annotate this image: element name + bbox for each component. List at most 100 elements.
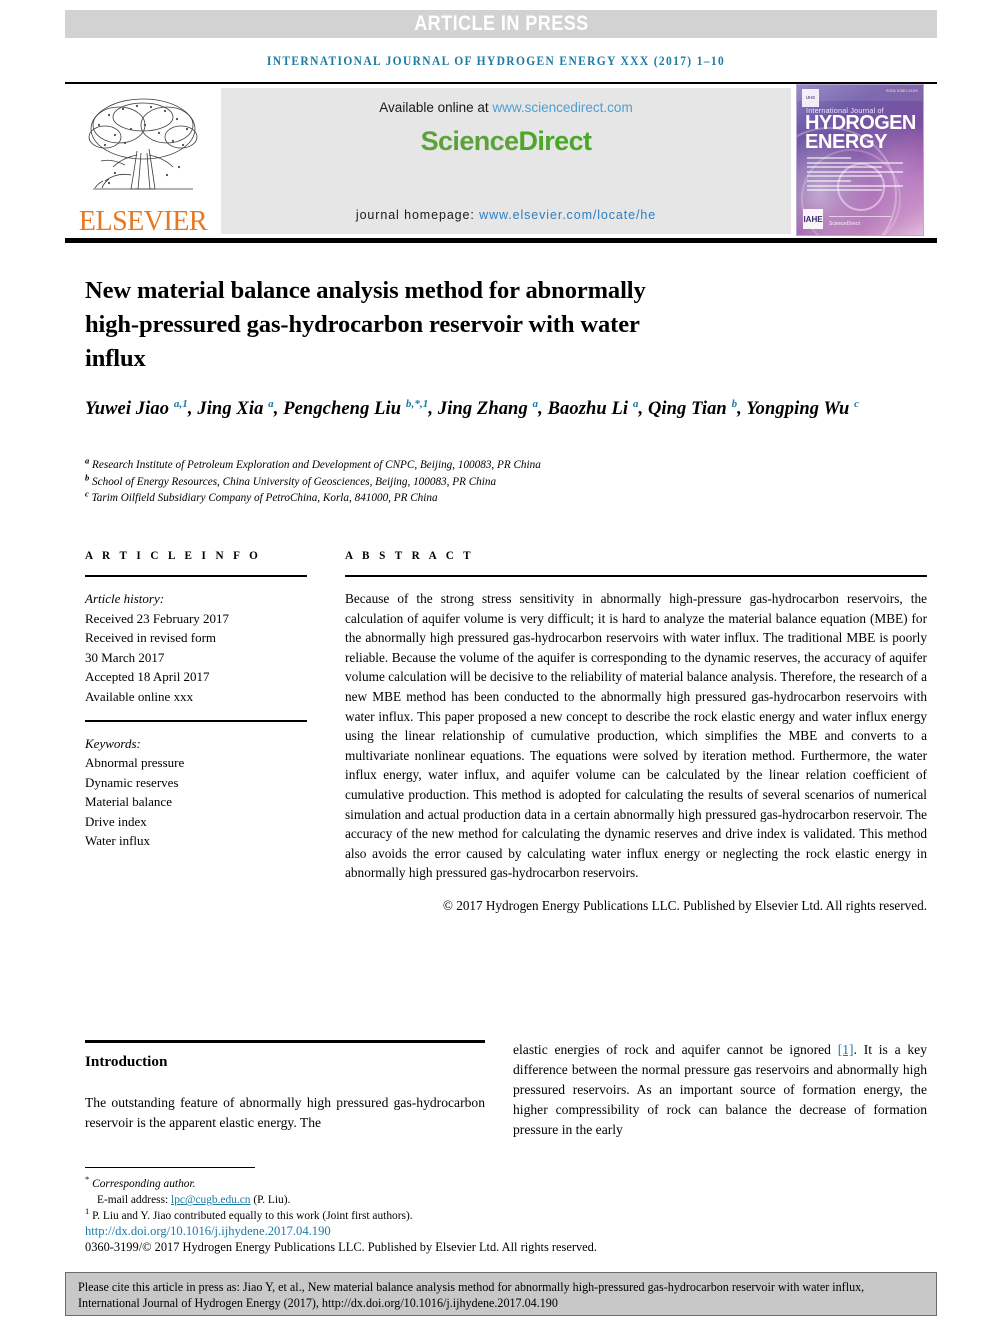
cover-energy-label: ENERGY bbox=[805, 131, 888, 153]
abstract-copyright: © 2017 Hydrogen Energy Publications LLC.… bbox=[442, 897, 927, 913]
introduction-paragraph-left: The outstanding feature of abnormally hi… bbox=[85, 1095, 485, 1130]
author-separator: , bbox=[538, 399, 548, 419]
cover-issn-label: ISSN 0360-3199 bbox=[885, 88, 918, 93]
keywords-list: Abnormal pressure Dynamic reserves Materia… bbox=[85, 753, 307, 851]
body-column-left: Introduction The outstanding feature of … bbox=[85, 1040, 485, 1133]
abstract-body: Because of the strong stress sensitivity… bbox=[345, 591, 927, 881]
page-title: New material balance analysis method for… bbox=[85, 277, 646, 373]
affiliation-item: c Tarim Oilfield Subsidiary Company of P… bbox=[85, 489, 925, 507]
author-separator: , bbox=[428, 399, 438, 419]
article-history-item: Received 23 February 2017 bbox=[85, 610, 230, 626]
footnote-rule bbox=[85, 1167, 255, 1168]
footnote-block: * Corresponding author. E-mail address: … bbox=[85, 1174, 505, 1225]
article-history-item: Accepted 18 April 2017 bbox=[85, 669, 210, 684]
doi-link[interactable]: http://dx.doi.org/10.1016/j.ijhydene.201… bbox=[85, 1224, 331, 1239]
author-separator: , bbox=[737, 399, 747, 419]
author-separator: , bbox=[638, 399, 648, 419]
keyword-item[interactable]: Material balance bbox=[85, 792, 307, 812]
author-name: Yuwei Jiao bbox=[85, 399, 174, 419]
footnote-email: E-mail address: lpc@cugb.edu.cn (P. Liu)… bbox=[85, 1192, 505, 1208]
article-page: ARTICLE IN PRESS INTERNATIONAL JOURNAL O… bbox=[0, 0, 992, 1323]
author-name: Jing Zhang bbox=[437, 399, 533, 419]
cover-divider bbox=[829, 216, 891, 217]
elsevier-logo: ELSEVIER bbox=[70, 86, 216, 236]
article-history-label: Article history: bbox=[85, 591, 165, 606]
footnote-equal-contribution: 1 P. Liu and Y. Jiao contributed equally… bbox=[85, 1206, 505, 1224]
author-separator: , bbox=[273, 399, 284, 419]
cover-publisher-label: ScienceDirect bbox=[829, 221, 860, 227]
footnote-equal-text: P. Liu and Y. Jiao contributed equally t… bbox=[92, 1210, 413, 1223]
keyword-item[interactable]: Water influx bbox=[85, 831, 307, 851]
author-name: Jing Xia bbox=[197, 399, 269, 419]
journal-running-head: INTERNATIONAL JOURNAL OF HYDROGEN ENERGY… bbox=[266, 55, 726, 69]
keywords-divider bbox=[85, 720, 307, 722]
keywords-label: Keywords: bbox=[85, 735, 141, 751]
introduction-rule bbox=[85, 1040, 485, 1043]
keyword-item[interactable]: Dynamic reserves bbox=[85, 773, 307, 793]
body-column-right: elastic energies of rock and aquifer can… bbox=[513, 1040, 927, 1140]
author-affiliation-mark: b,*,1 bbox=[405, 397, 429, 410]
cite-this-article-text: Please cite this article in press as: Ji… bbox=[78, 1280, 865, 1311]
affiliation-item: b School of Energy Resources, China Univ… bbox=[85, 473, 925, 491]
journal-homepage-line: journal homepage: www.elsevier.com/locat… bbox=[221, 208, 791, 222]
cover-society-badge: IJHE bbox=[802, 89, 819, 107]
footnote-equal-mark: 1 bbox=[85, 1206, 90, 1217]
author-affiliation-mark: a,1 bbox=[173, 397, 188, 410]
keyword-item[interactable]: Drive index bbox=[85, 812, 307, 832]
abstract-column: A B S T R A C T Because of the strong st… bbox=[345, 550, 927, 916]
affiliation-text: School of Energy Resources, China Univer… bbox=[89, 475, 497, 488]
masthead: ELSEVIER Available online at www.science… bbox=[65, 84, 937, 236]
masthead-bottom-rule bbox=[65, 238, 937, 243]
available-online-label: Available online at bbox=[379, 100, 493, 115]
elsevier-tree-icon bbox=[88, 98, 198, 190]
introduction-heading: Introduction bbox=[85, 1053, 168, 1070]
abstract-divider bbox=[345, 575, 927, 577]
article-history-item: Received in revised form bbox=[85, 630, 217, 645]
footnote-email-label: E-mail address: bbox=[97, 1194, 172, 1207]
sciencedirect-logo-science: Science bbox=[420, 126, 519, 156]
journal-cover-thumbnail: IJHE ISSN 0360-3199 International Journa… bbox=[796, 84, 924, 236]
sciencedirect-banner: Available online at www.sciencedirect.co… bbox=[221, 88, 791, 234]
author-separator: , bbox=[187, 399, 198, 419]
article-info-heading: A R T I C L E I N F O bbox=[85, 550, 262, 562]
available-online-line: Available online at www.sciencedirect.co… bbox=[221, 100, 791, 115]
cover-publisher-badge-label: IAHE bbox=[803, 214, 823, 224]
keyword-item[interactable]: Abnormal pressure bbox=[85, 753, 307, 773]
author-name: Pengcheng Liu bbox=[283, 399, 406, 419]
article-history-item: 30 March 2017 bbox=[85, 649, 165, 665]
author-list: Yuwei Jiao a,1, Jing Xia a, Pengcheng Li… bbox=[85, 396, 925, 422]
cover-publisher-badge: IAHE bbox=[803, 209, 823, 229]
article-info-divider bbox=[85, 575, 307, 577]
article-in-press-banner: ARTICLE IN PRESS bbox=[65, 10, 937, 38]
corresponding-author-email-link[interactable]: lpc@cugb.edu.cn bbox=[171, 1194, 250, 1206]
sciencedirect-logo: ScienceDirect bbox=[221, 126, 791, 157]
issn-copyright-line: 0360-3199/© 2017 Hydrogen Energy Publica… bbox=[85, 1240, 597, 1254]
sciencedirect-link[interactable]: www.sciencedirect.com bbox=[492, 100, 632, 115]
affiliation-text: Tarim Oilfield Subsidiary Company of Pet… bbox=[88, 492, 438, 504]
author-affiliation-mark: c bbox=[854, 397, 860, 410]
cite-this-article-box: Please cite this article in press as: Ji… bbox=[65, 1272, 937, 1316]
author-name: Yongping Wu bbox=[746, 399, 855, 419]
introduction-paragraph-right: elastic energies of rock and aquifer can… bbox=[513, 1040, 927, 1140]
footnote-corresponding-text: Corresponding author. bbox=[92, 1178, 196, 1190]
intro-right-pre: elastic energies of rock and aquifer can… bbox=[513, 1042, 838, 1057]
journal-homepage-link[interactable]: www.elsevier.com/locate/he bbox=[479, 208, 656, 222]
journal-homepage-label: journal homepage: bbox=[355, 208, 480, 222]
cover-society-badge-label: IJHE bbox=[805, 94, 816, 100]
abstract-heading: A B S T R A C T bbox=[345, 550, 475, 562]
sciencedirect-logo-direct: Direct bbox=[518, 126, 592, 156]
affiliation-list: a Research Institute of Petroleum Explor… bbox=[85, 456, 925, 507]
reference-citation-1[interactable]: [1] bbox=[838, 1042, 854, 1057]
footnote-corresponding-author: * Corresponding author. bbox=[85, 1174, 505, 1192]
article-info-column: A R T I C L E I N F O Article history: R… bbox=[85, 550, 307, 851]
article-history-item: Available online xxx bbox=[85, 688, 194, 704]
author-name: Qing Tian bbox=[647, 399, 732, 419]
affiliation-item: a Research Institute of Petroleum Explor… bbox=[85, 456, 925, 474]
footnote-corresponding-mark: * bbox=[85, 1174, 90, 1185]
footnote-email-suffix: (P. Liu). bbox=[250, 1194, 291, 1207]
affiliation-text: Research Institute of Petroleum Explorat… bbox=[89, 459, 541, 471]
cover-contents-lines bbox=[807, 157, 911, 194]
author-name: Baozhu Li bbox=[547, 399, 633, 419]
article-in-press-label: ARTICLE IN PRESS bbox=[413, 12, 589, 35]
article-history-list: Received 23 February 2017 Received in rev… bbox=[85, 609, 307, 707]
